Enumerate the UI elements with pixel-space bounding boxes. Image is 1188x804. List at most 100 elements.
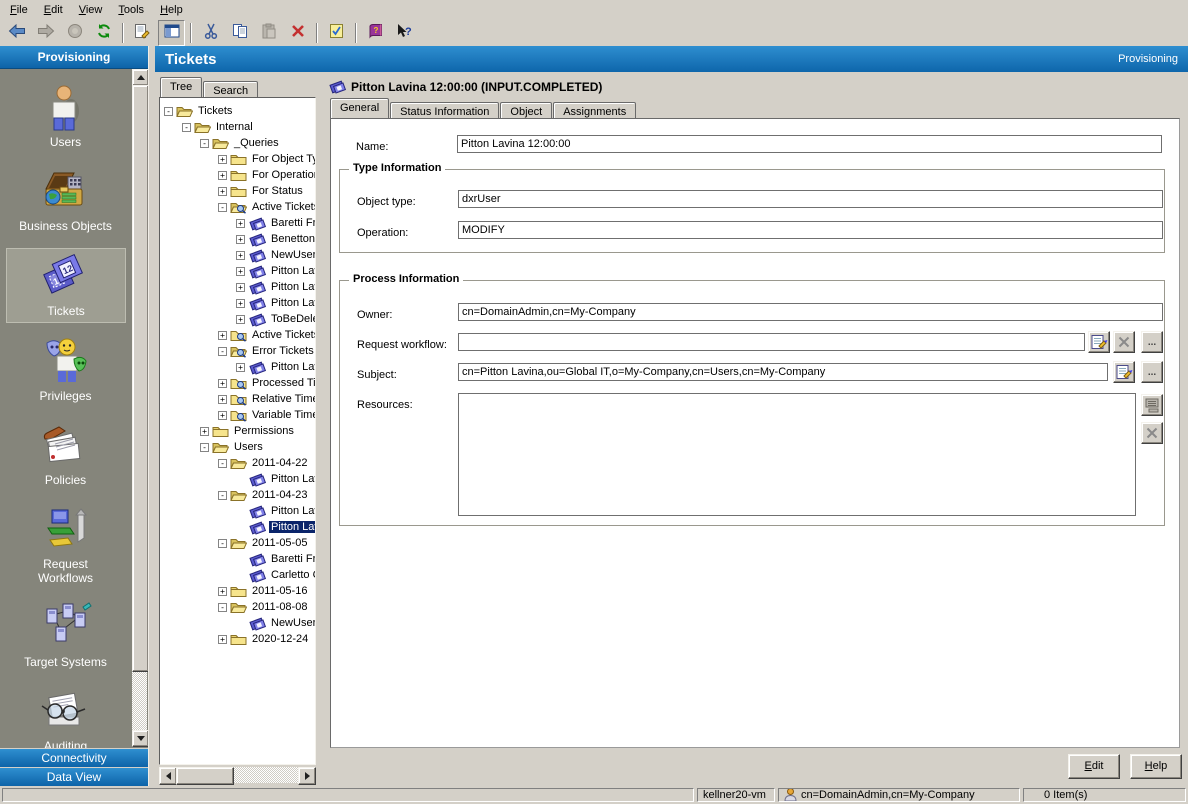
expand-icon[interactable]: + — [200, 427, 209, 436]
menu-view[interactable]: View — [71, 2, 111, 18]
subject-properties-button[interactable] — [1113, 361, 1135, 383]
edit-button[interactable]: Edit — [1068, 754, 1120, 779]
tree-node[interactable]: -2011-04-23 — [160, 487, 315, 503]
tree-node[interactable]: +Baretti Fr — [160, 215, 315, 231]
tree-node[interactable]: +Variable Time — [160, 407, 315, 423]
menu-tools[interactable]: Tools — [110, 2, 152, 18]
expand-icon[interactable]: + — [236, 267, 245, 276]
operation-field[interactable] — [458, 221, 1163, 239]
scroll-down-button[interactable] — [132, 730, 148, 747]
request-workflow-properties-button[interactable] — [1088, 331, 1110, 353]
name-field[interactable] — [457, 135, 1162, 153]
expand-icon[interactable]: + — [218, 187, 227, 196]
properties-button[interactable] — [129, 20, 156, 46]
tree-node[interactable]: +Carletto C — [160, 567, 315, 583]
tree-node[interactable]: -_Queries — [160, 135, 315, 151]
tree-node[interactable]: +2011-05-16 — [160, 583, 315, 599]
tree-node[interactable]: +Processed Tic — [160, 375, 315, 391]
expand-icon[interactable]: + — [218, 635, 227, 644]
sidebar-item-auditing[interactable]: Auditing — [0, 684, 131, 748]
expand-icon[interactable]: + — [236, 251, 245, 260]
expand-icon[interactable]: + — [236, 235, 245, 244]
refresh-button[interactable] — [90, 20, 117, 46]
subject-browse-button[interactable]: ... — [1141, 361, 1163, 383]
sidebar-item-tickets[interactable]: 1212Tickets — [6, 248, 126, 323]
expand-icon[interactable]: + — [218, 395, 227, 404]
tree-node[interactable]: -Users — [160, 439, 315, 455]
copy-button[interactable] — [226, 20, 253, 46]
tree-tab-tree[interactable]: Tree — [160, 77, 202, 97]
tree-node[interactable]: +For Object Ty — [160, 151, 315, 167]
scrollbar-thumb[interactable] — [176, 767, 234, 785]
tree-node[interactable]: +For Operation — [160, 167, 315, 183]
expand-icon[interactable]: + — [236, 299, 245, 308]
expand-icon[interactable]: + — [218, 411, 227, 420]
sidebar-item-target-systems[interactable]: Target Systems — [0, 600, 131, 673]
tree-node[interactable]: -Tickets — [160, 103, 315, 119]
sidebar-group-connectivity[interactable]: Connectivity — [0, 748, 148, 767]
tree-node[interactable]: +Pitton Lav — [160, 279, 315, 295]
collapse-icon[interactable]: - — [218, 459, 227, 468]
tree-node[interactable]: -2011-04-22 — [160, 455, 315, 471]
sidebar-item-users[interactable]: Users — [0, 80, 131, 153]
context-help-button[interactable]: ? — [391, 20, 418, 46]
request-workflow-field[interactable] — [458, 333, 1085, 351]
expand-icon[interactable]: + — [218, 331, 227, 340]
tree-node[interactable]: +2020-12-24 — [160, 631, 315, 647]
collapse-icon[interactable]: - — [200, 443, 209, 452]
tree-node[interactable]: +NewUserI — [160, 615, 315, 631]
paste-button[interactable] — [255, 20, 282, 46]
owner-field[interactable] — [458, 303, 1163, 321]
tree-node[interactable]: -2011-08-08 — [160, 599, 315, 615]
tree-horizontal-scrollbar[interactable] — [159, 767, 316, 783]
menu-help[interactable]: Help — [152, 2, 191, 18]
collapse-icon[interactable]: - — [200, 139, 209, 148]
tree-node[interactable]: +Baretti Fr — [160, 551, 315, 567]
menu-edit[interactable]: Edit — [36, 2, 71, 18]
expand-icon[interactable]: + — [218, 171, 227, 180]
notes-button[interactable] — [323, 20, 350, 46]
toggle-view-button[interactable] — [158, 20, 185, 46]
expand-icon[interactable]: + — [236, 363, 245, 372]
delete-button[interactable] — [284, 20, 311, 46]
resources-clear-button[interactable] — [1141, 422, 1163, 444]
tree-node[interactable]: +Pitton Lav — [160, 503, 315, 519]
scroll-up-button[interactable] — [132, 69, 148, 86]
object-type-field[interactable] — [458, 190, 1163, 208]
tree-node[interactable]: -2011-05-05 — [160, 535, 315, 551]
book-button[interactable]: ? — [362, 20, 389, 46]
sidebar-item-request-workflows[interactable]: Request Workflows — [0, 502, 131, 589]
expand-icon[interactable]: + — [236, 315, 245, 324]
tree-node[interactable]: -Active Tickets — [160, 199, 315, 215]
collapse-icon[interactable]: - — [218, 203, 227, 212]
back-button[interactable] — [3, 20, 30, 46]
scroll-right-button[interactable] — [298, 767, 316, 785]
collapse-icon[interactable]: - — [218, 603, 227, 612]
expand-icon[interactable]: + — [218, 379, 227, 388]
tree-node[interactable]: +Pitton Lav — [160, 295, 315, 311]
tree-node[interactable]: +ToBeDelet — [160, 311, 315, 327]
tree-node[interactable]: -Internal — [160, 119, 315, 135]
request-workflow-browse-button[interactable]: ... — [1141, 331, 1163, 353]
sidebar-scrollbar[interactable] — [132, 69, 147, 747]
subject-field[interactable] — [458, 363, 1108, 381]
tree-node[interactable]: +Pitton Lav — [160, 359, 315, 375]
tree-node[interactable]: +Relative Time — [160, 391, 315, 407]
request-workflow-clear-button[interactable] — [1113, 331, 1135, 353]
help-button[interactable]: Help — [1130, 754, 1182, 779]
tree-node[interactable]: +Pitton Lav — [160, 471, 315, 487]
expand-icon[interactable]: + — [218, 587, 227, 596]
tree-node[interactable]: +Pitton Lav — [160, 519, 315, 535]
expand-icon[interactable]: + — [236, 219, 245, 228]
menu-file[interactable]: File — [2, 2, 36, 18]
cut-button[interactable] — [197, 20, 224, 46]
tree-node[interactable]: +Pitton Lav — [160, 263, 315, 279]
sidebar-item-policies[interactable]: Policies — [0, 418, 131, 491]
expand-icon[interactable]: + — [236, 283, 245, 292]
tree-node[interactable]: +Permissions — [160, 423, 315, 439]
expand-icon[interactable]: + — [218, 155, 227, 164]
sidebar-group-data-view[interactable]: Data View — [0, 767, 148, 786]
sidebar-item-privileges[interactable]: Privileges — [0, 334, 131, 407]
tab-general[interactable]: General — [330, 98, 389, 118]
tree-node[interactable]: +Benetton — [160, 231, 315, 247]
